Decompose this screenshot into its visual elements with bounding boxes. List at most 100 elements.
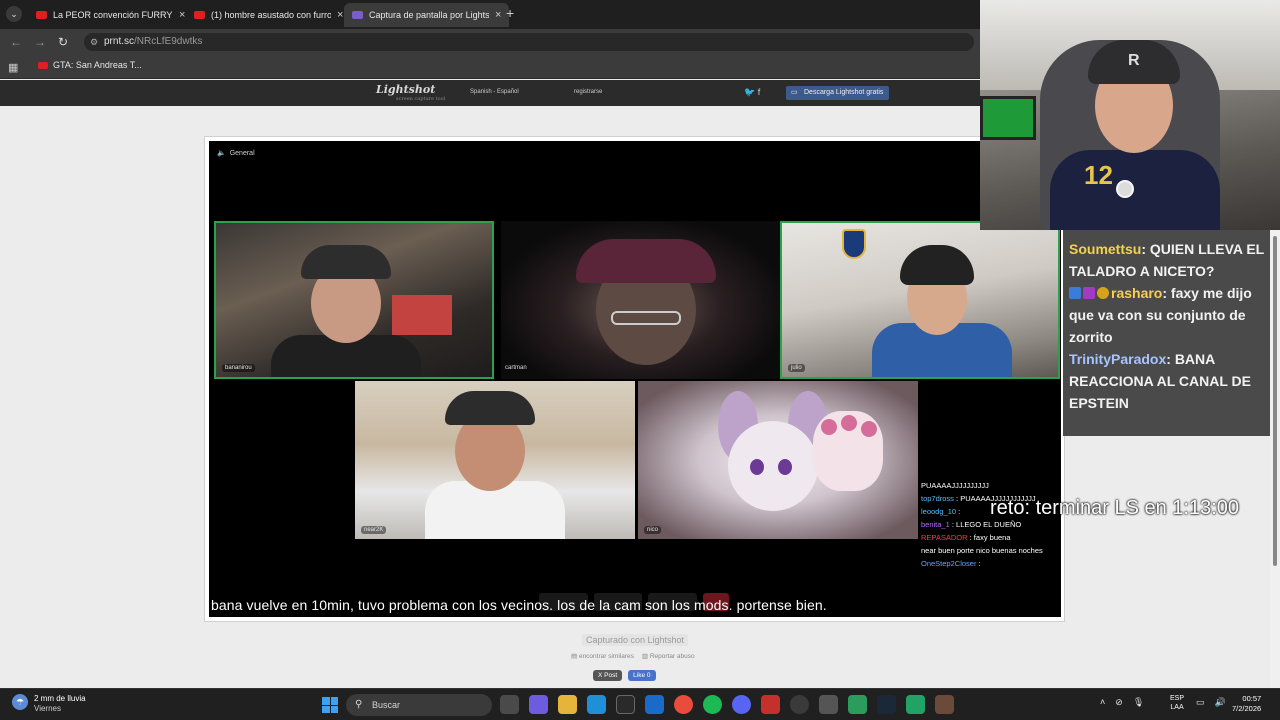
x-post-button[interactable]: X Post <box>593 670 623 681</box>
tab-2[interactable]: (1) hombre asustado con furro × <box>186 3 351 27</box>
club-badge <box>842 229 866 259</box>
participant-name: nico <box>644 526 662 534</box>
find-similar-link[interactable]: ▤ encontrar similares <box>571 652 634 660</box>
cap <box>301 245 391 279</box>
task-view-icon[interactable] <box>500 695 519 714</box>
network-icon[interactable]: ⊘ <box>1115 697 1123 708</box>
bookmark-label: GTA: San Andreas T... <box>53 60 142 70</box>
chat-user: leoodg_10 <box>921 507 957 516</box>
input-language[interactable]: ESP LAA <box>1170 694 1184 712</box>
shirt <box>1050 150 1220 230</box>
participant-name: julio <box>788 364 805 372</box>
app-icon[interactable] <box>819 695 838 714</box>
volume-icon[interactable]: 🔊 <box>1215 697 1226 708</box>
app-icon[interactable] <box>935 695 954 714</box>
badge-icon <box>1069 287 1081 299</box>
app-icon[interactable] <box>848 695 867 714</box>
download-button[interactable]: ▭ Descarga Lightshot gratis <box>786 86 890 100</box>
store-icon[interactable] <box>616 695 635 714</box>
excel-icon[interactable] <box>906 695 925 714</box>
paw <box>813 411 883 491</box>
image-actions: ▤ encontrar similares ▥ Reportar abuso <box>571 652 695 660</box>
new-tab-button[interactable]: + <box>506 5 514 21</box>
share-buttons: X Post Like 0 <box>593 670 656 681</box>
language-selector[interactable]: Spanish - Español <box>470 89 519 95</box>
hair <box>900 245 974 285</box>
lightshot-logo[interactable]: Lightshot screen capture tool <box>376 83 445 102</box>
rain-cloud-icon: ☂ <box>12 694 28 710</box>
forward-arrow-icon[interactable]: → <box>34 35 46 49</box>
facebook-like-button[interactable]: Like 0 <box>628 670 656 681</box>
status-icons: ▭ 🔊 <box>1196 697 1226 708</box>
app-icon[interactable] <box>761 695 780 714</box>
badge-icon <box>1083 287 1095 299</box>
scrollbar-thumb[interactable] <box>1273 236 1277 566</box>
microphone-icon[interactable]: 🎙 <box>1133 697 1144 708</box>
site-info-icon[interactable]: ⚙ <box>90 33 98 51</box>
discord-icon[interactable] <box>732 695 751 714</box>
tab-1[interactable]: La PEOR convención FURRY - Y × <box>28 3 193 27</box>
overlay-subtitle: bana vuelve en 10min, tuvo problema con … <box>211 597 827 613</box>
chat-text: : faxy buena <box>969 533 1011 542</box>
chat-line: OneStep2Closer : <box>921 559 1059 569</box>
screenshot-frame: 🔈 General bananirou cartman julio near2K… <box>204 136 1065 622</box>
lang-code: ESP <box>1170 695 1185 702</box>
edge-icon[interactable] <box>587 695 606 714</box>
pinned-apps <box>500 695 954 714</box>
reload-icon[interactable]: ↻ <box>58 35 68 49</box>
register-link[interactable]: registrarse <box>574 89 602 95</box>
participant-tile: bananirou <box>214 221 494 379</box>
apps-grid-icon[interactable]: ▦ <box>8 61 18 74</box>
cap <box>445 391 535 425</box>
youtube-icon <box>194 11 205 19</box>
logo-subtitle: screen capture tool <box>396 96 446 102</box>
obs-icon[interactable] <box>790 695 809 714</box>
chrome-icon[interactable] <box>674 695 693 714</box>
search-placeholder: Buscar <box>372 700 401 710</box>
social-icons[interactable]: 🐦 f <box>744 87 760 98</box>
taskbar-search[interactable]: ⚲ Buscar <box>346 694 492 716</box>
bookmarks-bar: ▦ GTA: San Andreas T... <box>0 55 980 79</box>
report-abuse-label: Reportar abuso <box>649 653 695 660</box>
file-explorer-icon[interactable] <box>558 695 577 714</box>
browser-tabbar: ⌄ La PEOR convención FURRY - Y × (1) hom… <box>0 0 980 29</box>
clock[interactable]: 00:57 7/2/2026 <box>1232 694 1261 714</box>
channel-header: 🔈 General <box>217 149 255 158</box>
lightshot-header: Lightshot screen capture tool Spanish - … <box>0 80 980 106</box>
chat-user: OneStep2Closer <box>921 559 977 568</box>
copilot-icon[interactable] <box>529 695 548 714</box>
download-label: Descarga Lightshot gratis <box>804 89 884 96</box>
participant-tile <box>501 221 781 379</box>
close-icon[interactable]: × <box>495 9 501 21</box>
embedded-chat: PUAAAAJJJJJJJJJJ top7dross : PUAAAAJJJJJ… <box>921 481 1059 572</box>
close-icon[interactable]: × <box>179 9 185 21</box>
display-icon[interactable]: ▭ <box>1196 697 1205 708</box>
bookmark-item[interactable]: GTA: San Andreas T... <box>38 60 142 70</box>
close-icon[interactable]: × <box>337 9 343 21</box>
glasses <box>611 311 681 325</box>
jersey-number: 12 <box>1084 160 1113 190</box>
stream-chat-message: rasharo: faxy me dijo que va con su conj… <box>1069 282 1264 348</box>
youtube-icon <box>36 11 47 19</box>
chevron-up-icon[interactable]: ˄ <box>1100 697 1105 708</box>
page-scrollbar[interactable] <box>1270 230 1280 688</box>
chat-user: Soumettsu <box>1069 241 1142 257</box>
spotify-icon[interactable] <box>703 695 722 714</box>
lightshot-feather-icon <box>352 11 363 19</box>
url-field[interactable]: ⚙ prnt.sc/NRcLfE9dwtks <box>84 33 974 51</box>
chat-user: REPASADOR <box>921 533 968 542</box>
chat-line: near buen porte nico buenas noches <box>921 546 1059 556</box>
back-arrow-icon[interactable]: ← <box>10 35 22 49</box>
tab-3-active[interactable]: Captura de pantalla por Lightsh × <box>344 3 510 27</box>
stream-chat-overlay: Soumettsu: QUIEN LLEVA EL TALADRO A NICE… <box>1063 230 1270 436</box>
tab-title: (1) hombre asustado con furro <box>211 10 331 20</box>
weather-widget[interactable]: ☂ 2 mm de lluvia Viernes <box>12 694 86 714</box>
windows-start-icon[interactable] <box>322 697 338 713</box>
chat-text: : <box>978 559 981 568</box>
outlook-icon[interactable] <box>645 695 664 714</box>
caption-text: Capturado con Lightshot <box>581 634 689 646</box>
tab-list-button[interactable]: ⌄ <box>6 6 22 22</box>
weather-day: Viernes <box>34 704 61 713</box>
steam-icon[interactable] <box>877 695 896 714</box>
report-abuse-link[interactable]: ▥ Reportar abuso <box>642 652 695 660</box>
